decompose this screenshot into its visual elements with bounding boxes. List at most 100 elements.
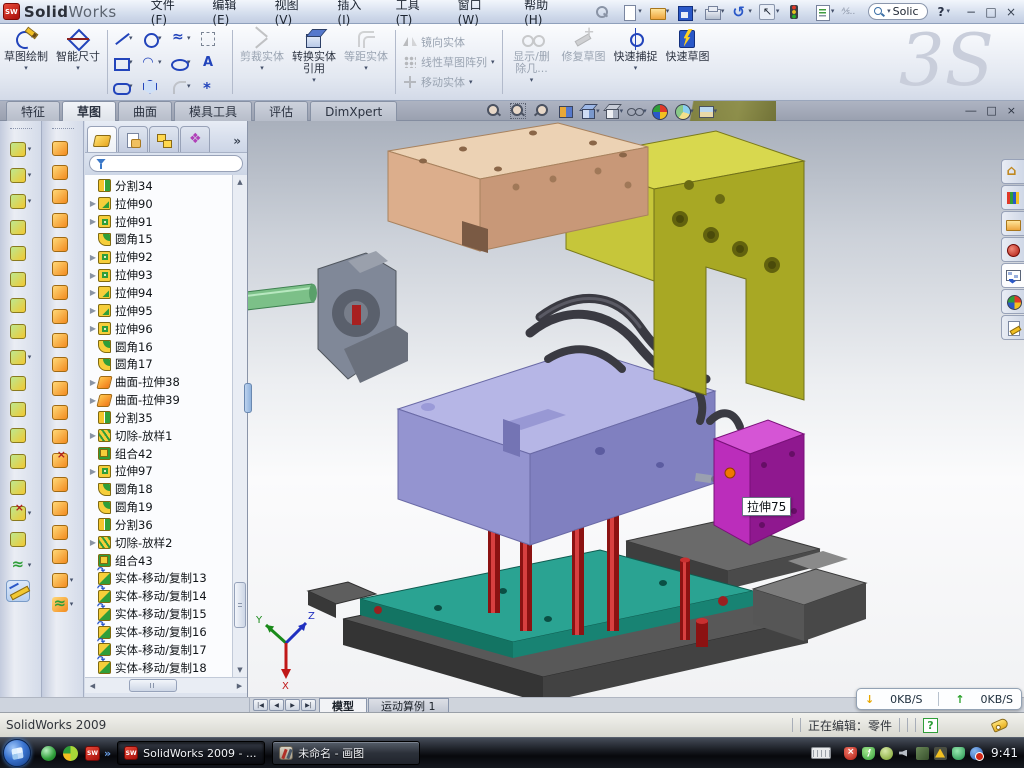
quick-access-button[interactable]: ▾ xyxy=(784,3,809,21)
chevron-down-icon[interactable]: ▾ xyxy=(312,77,316,84)
tray-icon[interactable] xyxy=(952,747,965,760)
chevron-down-icon[interactable]: ▾ xyxy=(530,77,534,84)
tray-icon[interactable] xyxy=(916,747,929,760)
feature-tool-button[interactable]: ▾ xyxy=(10,448,32,474)
part-slider-assembly[interactable] xyxy=(248,251,408,383)
quick-launch-icon[interactable] xyxy=(41,746,56,761)
tray-icon[interactable] xyxy=(880,747,893,760)
task-pane-tab[interactable] xyxy=(1001,211,1024,236)
view-tool-button[interactable]: ▾ xyxy=(674,103,694,119)
chevron-down-icon[interactable]: ▾ xyxy=(28,172,32,179)
expand-arrow-icon[interactable]: ▶ xyxy=(88,306,98,315)
chevron-down-icon[interactable]: ▾ xyxy=(776,8,780,15)
ribbon-tab[interactable]: 模具工具 xyxy=(174,101,252,121)
search-box[interactable]: ▾ Solic xyxy=(868,3,927,20)
search-input[interactable]: Solic xyxy=(893,5,919,18)
chevron-down-icon[interactable]: ▾ xyxy=(187,83,191,90)
command-button[interactable]: 剪裁实体 ▾ xyxy=(236,24,288,100)
surface-tool-button[interactable]: ▾ xyxy=(52,184,74,208)
tree-item[interactable]: ▶ 实体-移动/复制17 xyxy=(88,641,232,659)
tree-item[interactable]: ▶ 实体-移动/复制13 xyxy=(88,570,232,588)
sketch-entity-button[interactable]: ▾ xyxy=(200,50,227,74)
quick-access-button[interactable]: ▾ xyxy=(812,3,837,21)
expand-arrow-icon[interactable]: ▶ xyxy=(88,538,98,547)
surface-tool-button[interactable]: ▾ xyxy=(52,592,74,616)
chevron-down-icon[interactable]: ▾ xyxy=(693,8,697,15)
view-tool-button[interactable]: ▾ xyxy=(627,103,647,119)
task-pane-tab[interactable] xyxy=(1001,159,1024,184)
sketch-entity-button[interactable]: ▾ xyxy=(142,26,169,50)
ribbon-tab[interactable]: 曲面 xyxy=(118,101,172,121)
quick-launch-overflow[interactable]: » xyxy=(104,747,111,760)
sketch-entity-button[interactable]: ▾ xyxy=(142,50,169,74)
quick-access-button[interactable]: ⅍.. ▾ xyxy=(839,3,862,21)
command-button[interactable]: 线性草图阵列 ▾ xyxy=(403,54,495,70)
scroll-left-icon[interactable]: ◀ xyxy=(85,682,100,690)
sketch-entity-button[interactable]: ▾ xyxy=(200,26,227,50)
tree-item[interactable]: ▶ 实体-移动/复制16 xyxy=(88,623,232,641)
surface-tool-button[interactable]: ▾ xyxy=(52,424,74,448)
sketch-entity-button[interactable]: ▾ xyxy=(113,74,140,98)
panel-tab[interactable] xyxy=(180,126,210,152)
tree-item[interactable]: ▶ 分割35 xyxy=(88,409,232,427)
surface-tool-button[interactable]: ▾ xyxy=(52,472,74,496)
expand-arrow-icon[interactable]: ▶ xyxy=(88,217,98,226)
scroll-right-icon[interactable]: ▶ xyxy=(232,682,247,690)
chevron-down-icon[interactable]: ▾ xyxy=(24,65,28,72)
graphics-viewport[interactable]: Y Z X 拉伸75 xyxy=(248,121,1024,697)
task-pane-tab[interactable] xyxy=(1001,237,1024,262)
menu-item[interactable]: 插入(I) xyxy=(337,0,373,27)
panel-expand-button[interactable]: » xyxy=(233,134,245,152)
surface-tool-button[interactable]: ▾ xyxy=(52,544,74,568)
menu-item[interactable]: 窗口(W) xyxy=(458,0,502,27)
chevron-down-icon[interactable]: ▾ xyxy=(76,65,80,72)
command-button[interactable]: 智能尺寸 ▾ xyxy=(52,24,104,100)
feature-tool-button[interactable]: ▾ xyxy=(10,396,32,422)
feature-tool-button[interactable]: ▾ xyxy=(10,292,32,318)
command-button[interactable]: 移动实体 ▾ xyxy=(403,74,495,90)
feature-tool-button[interactable]: ▾ xyxy=(10,500,32,526)
tree-item[interactable]: ▶ 拉伸97 xyxy=(88,463,232,481)
view-tool-button[interactable]: ▾ xyxy=(651,103,671,119)
sketch-entity-button[interactable]: ▾ xyxy=(171,50,198,74)
command-button[interactable]: 修复草图 ▾ xyxy=(558,24,610,100)
scrollbar-thumb[interactable] xyxy=(234,582,246,628)
taskbar-clock[interactable]: 9:41 xyxy=(991,746,1024,760)
task-pane-tab[interactable] xyxy=(1001,315,1024,340)
motion-nav-button[interactable]: ◀ xyxy=(269,699,284,711)
tree-filter-input[interactable] xyxy=(89,155,243,172)
tree-item[interactable]: ▶ 实体-移动/复制18 xyxy=(88,659,232,677)
tree-item[interactable]: ▶ 实体-移动/复制14 xyxy=(88,587,232,605)
motion-nav-button[interactable]: |◀ xyxy=(253,699,268,711)
surface-tool-button[interactable]: ▾ xyxy=(52,448,74,472)
tree-item[interactable]: ▶ 组合43 xyxy=(88,552,232,570)
surface-tool-button[interactable]: ▾ xyxy=(52,208,74,232)
expand-arrow-icon[interactable]: ▶ xyxy=(88,431,98,440)
tree-item[interactable]: ▶ 组合42 xyxy=(88,445,232,463)
tree-item[interactable]: ▶ 切除-放样2 xyxy=(88,534,232,552)
chevron-down-icon[interactable]: ▾ xyxy=(946,8,950,15)
ribbon-tab[interactable]: 评估 xyxy=(254,101,308,121)
window-control-button[interactable]: ― xyxy=(965,102,976,120)
document-tab[interactable]: 运动算例 1 xyxy=(368,698,449,712)
feature-tool-button[interactable]: ▾ xyxy=(10,422,32,448)
view-tool-button[interactable]: ▾ xyxy=(510,103,530,119)
ribbon-tab[interactable]: 草图 xyxy=(62,101,116,121)
chevron-down-icon[interactable]: ▾ xyxy=(721,8,725,15)
feature-tool-button[interactable]: ▾ xyxy=(10,240,32,266)
surface-tool-button[interactable]: ▾ xyxy=(52,568,74,592)
command-button[interactable]: 转换实体引用 ▾ xyxy=(288,24,340,100)
panel-tab[interactable] xyxy=(87,126,117,152)
feature-tool-button[interactable]: ▾ xyxy=(10,162,32,188)
view-tool-button[interactable]: ▾ xyxy=(533,103,553,119)
expand-arrow-icon[interactable]: ▶ xyxy=(88,271,98,280)
quick-access-button[interactable]: ▾ xyxy=(647,3,672,21)
tray-icon[interactable] xyxy=(970,747,983,760)
tray-icon[interactable] xyxy=(844,747,857,760)
feature-tool-button[interactable]: ▾ xyxy=(10,552,32,578)
menu-item[interactable]: 视图(V) xyxy=(275,0,316,27)
command-button[interactable]: 快速捕捉 ▾ xyxy=(610,24,662,100)
feature-tool-button[interactable]: ▾ xyxy=(10,318,32,344)
view-tool-button[interactable]: ▾ xyxy=(604,103,624,119)
task-pane-tab[interactable] xyxy=(1001,185,1024,210)
